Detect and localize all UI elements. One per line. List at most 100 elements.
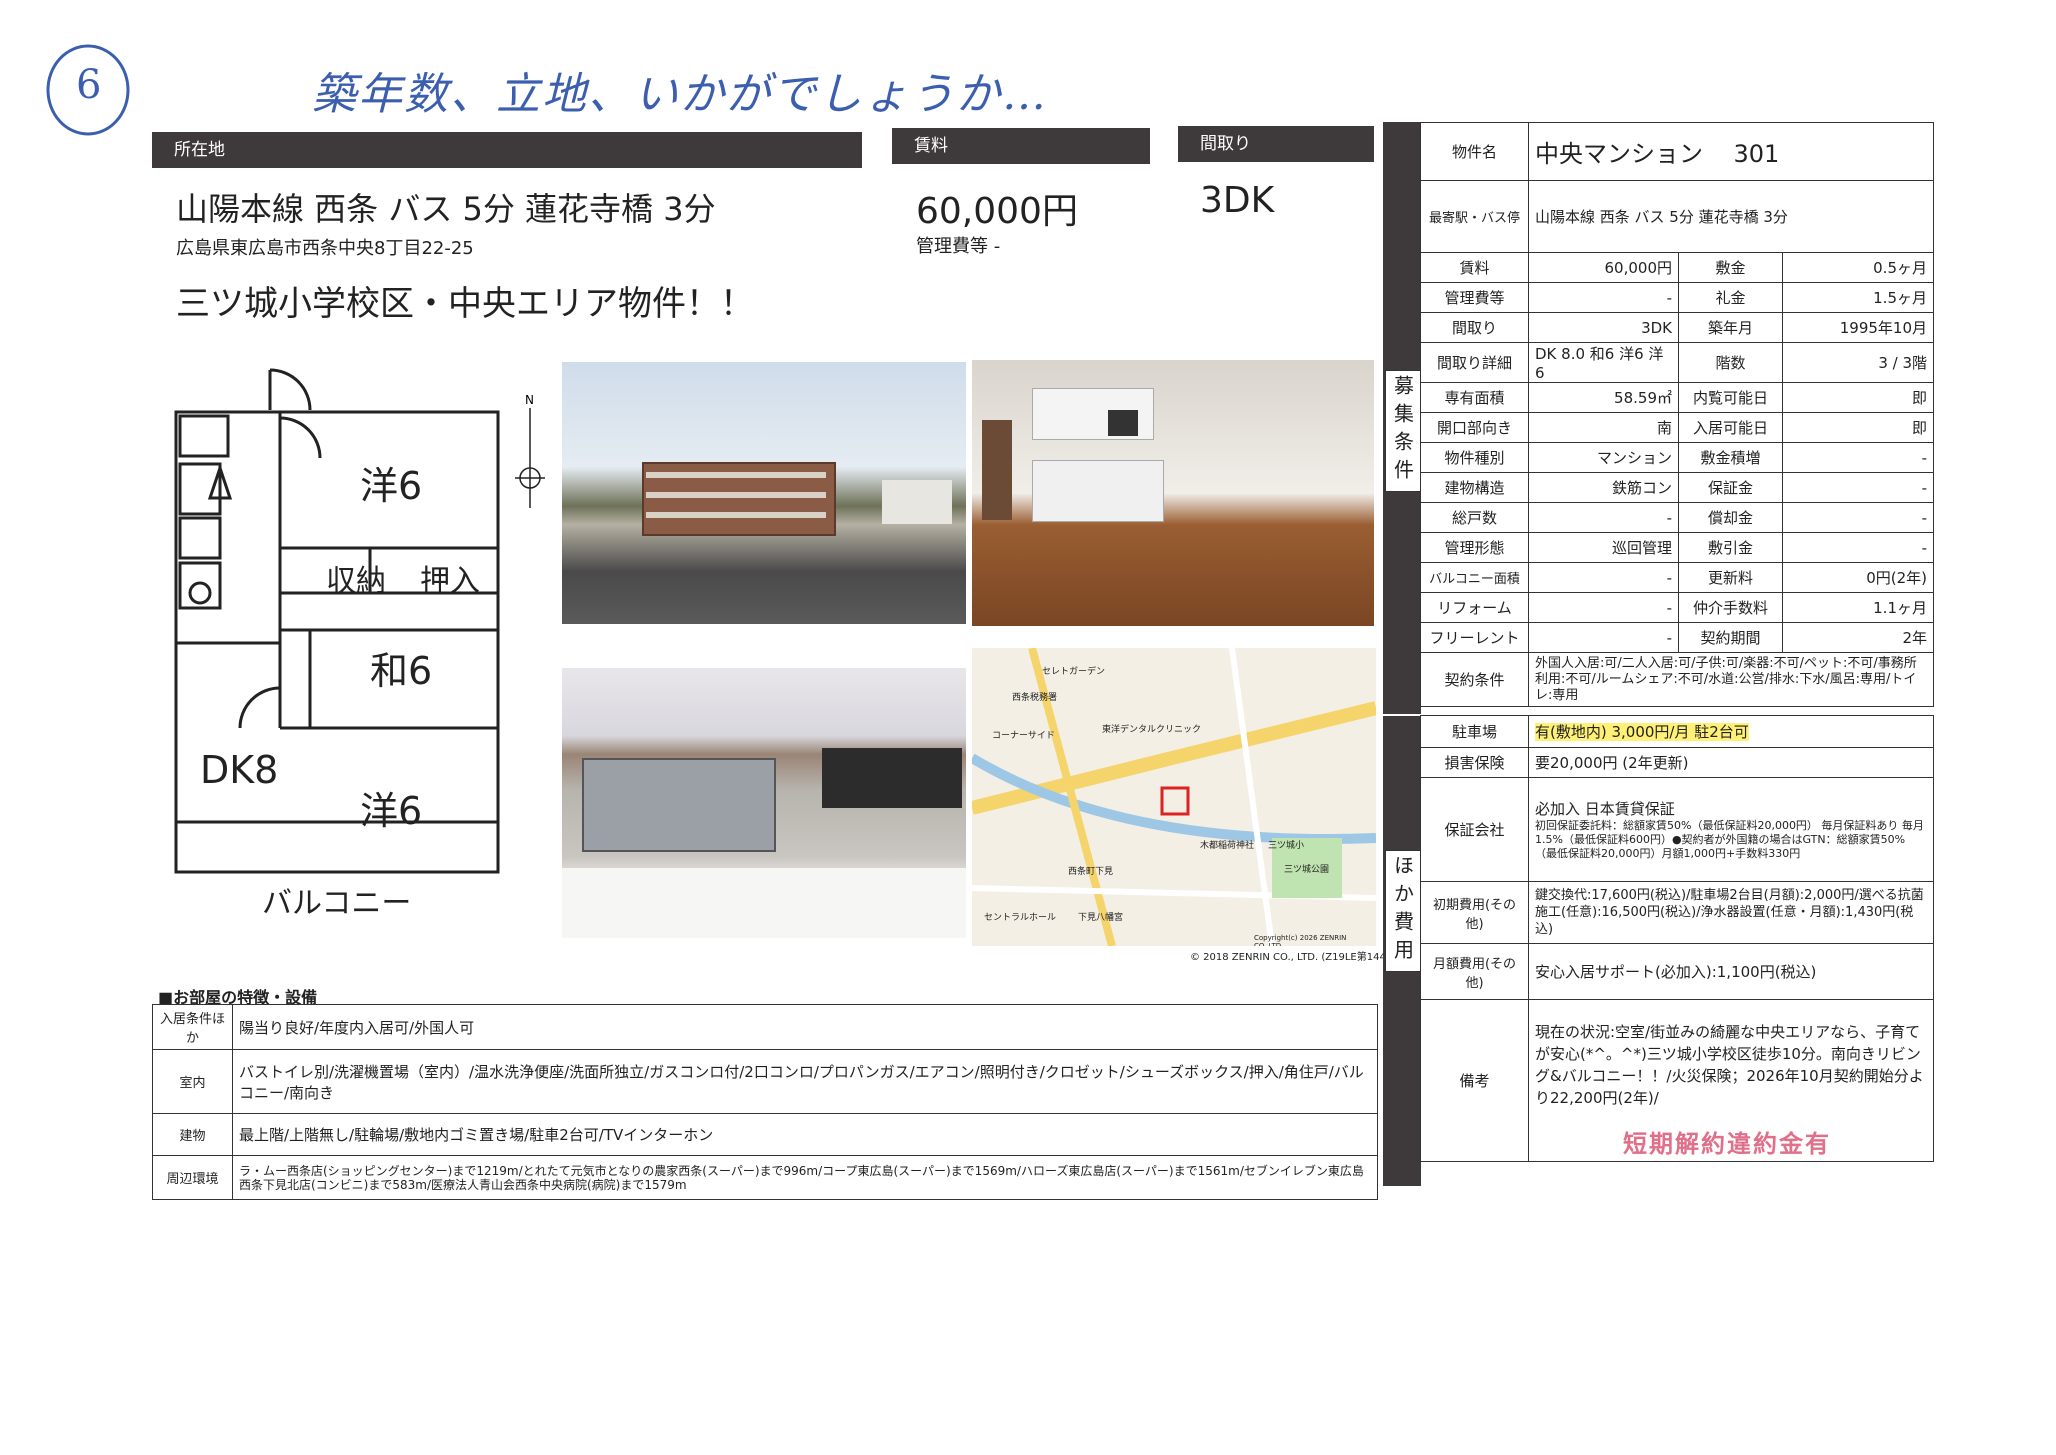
map-copyright-small: Copyright(c) 2026 ZENRIN CO.,LTD. [1254, 934, 1347, 946]
initial-cost-label: 初期費用(その他) [1420, 881, 1529, 944]
spec-label: 開口部向き [1420, 412, 1529, 443]
guarantor-title: 必加入 日本賃貸保証 [1535, 800, 1675, 818]
spec-value: マンション [1528, 442, 1679, 473]
spec-label: 間取り [1420, 312, 1529, 343]
spec-value: 即 [1782, 382, 1934, 413]
map-label: セントラルホール [984, 913, 1057, 923]
map-label: 西条税務署 [1012, 693, 1058, 703]
monthly-cost-label: 月額費用(その他) [1420, 943, 1529, 1000]
storage-label: 収納 [326, 564, 386, 599]
rent-header: 賃料 [892, 128, 1150, 164]
parking-value: 有(敷地内) 3,000円/月 駐2台可 [1535, 723, 1749, 741]
spec-value: 1.5ヶ月 [1782, 282, 1934, 313]
penalty-stamp: 短期解約違約金有 [1623, 1130, 1831, 1158]
contract-label: 契約条件 [1420, 652, 1529, 707]
spec-value: 3DK [1528, 312, 1679, 343]
feature-value: 最上階/上階無し/駐輪場/敷地内ゴミ置き場/駐車2台可/TVインターホン [232, 1113, 1378, 1156]
spec-value: 即 [1782, 412, 1934, 443]
station-label: 最寄駅・バス停 [1420, 180, 1529, 253]
area-map: セレトガーデン 西条税務署 コーナーサイド 東洋デンタルクリニック 三ツ城小 三… [972, 648, 1376, 946]
room-japanese: 和6 [370, 649, 433, 693]
map-label: 下見八幡宮 [1078, 913, 1124, 923]
note-number: 6 [76, 62, 102, 108]
fees-side-label: ほか費用 [1390, 855, 1415, 967]
feature-label: 室内 [152, 1049, 233, 1114]
conditions-side-label: 募集条件 [1390, 375, 1415, 487]
spec-label: 敷金 [1678, 252, 1783, 283]
spec-value: - [1528, 622, 1679, 653]
spec-value: - [1782, 442, 1934, 473]
spec-label: 内覧可能日 [1678, 382, 1783, 413]
kitchen-photo [562, 668, 966, 938]
map-label: 三ツ城小 [1268, 841, 1305, 851]
building-exterior-photo [562, 362, 966, 624]
spec-label: 管理費等 [1420, 282, 1529, 313]
spec-label: フリーレント [1420, 622, 1529, 653]
insurance-label: 損害保険 [1420, 747, 1529, 778]
spec-table: 物件名 中央マンション 301 最寄駅・バス停 山陽本線 西条 バス 5分 蓮花… [1420, 122, 1934, 707]
layout-header: 間取り [1178, 126, 1374, 162]
handwritten-comment: 築年数、立地、いかがでしょうか… [312, 69, 1048, 120]
station-value: 山陽本線 西条 バス 5分 蓮花寺橋 3分 [1528, 180, 1934, 253]
initial-cost-value: 鍵交換代:17,600円(税込)/駐車場2台目(月額):2,000円/選べる抗菌… [1528, 881, 1934, 944]
map-label: コーナーサイド [992, 731, 1055, 741]
monthly-cost-value: 安心入居サポート(必加入):1,100円(税込) [1528, 943, 1934, 1000]
map-label: 東洋デンタルクリニック [1102, 725, 1202, 735]
spec-label: 建物構造 [1420, 472, 1529, 503]
closet-label: 押入 [420, 564, 480, 599]
insurance-value: 要20,000円 (2年更新) [1528, 747, 1934, 778]
spec-label: リフォーム [1420, 592, 1529, 623]
svg-text:N: N [525, 393, 534, 407]
feature-value: バストイレ別/洗濯機置場（室内）/温水洗浄便座/洗面所独立/ガスコンロ付/2口コ… [232, 1049, 1378, 1114]
layout-value: 3DK [1200, 180, 1275, 221]
guarantor-detail: 初回保証委託料：総額家賃50%（最低保証料20,000円） 毎月保証料あり 毎月… [1535, 819, 1924, 860]
feature-label: 周辺環境 [152, 1155, 233, 1200]
spec-value: 3 / 3階 [1782, 342, 1934, 383]
floor-plan: N [174, 368, 545, 874]
living-room-photo [972, 360, 1374, 626]
spec-value: 0.5ヶ月 [1782, 252, 1934, 283]
spec-value: 0円(2年) [1782, 562, 1934, 593]
spec-value: 鉄筋コン [1528, 472, 1679, 503]
contract-value: 外国人入居:可/二人入居:可/子供:可/楽器:不可/ペット:不可/事務所利用:不… [1528, 652, 1934, 707]
room-dk: DK8 [200, 748, 279, 792]
property-name: 中央マンション [1535, 140, 1703, 168]
address-text: 広島県東広島市西条中央8丁目22-25 [176, 238, 474, 259]
map-label: 西条町下見 [1068, 867, 1114, 877]
spec-value: 58.59㎡ [1528, 382, 1679, 413]
spec-value: - [1528, 592, 1679, 623]
balcony-label: バルコニー [262, 886, 412, 921]
room-western-2: 洋6 [360, 789, 423, 833]
location-header: 所在地 [152, 132, 862, 168]
map-label: 三ツ城公園 [1284, 865, 1330, 875]
room-number: 301 [1733, 140, 1780, 168]
remarks-label: 備考 [1420, 999, 1529, 1162]
spec-label: 償却金 [1678, 502, 1783, 533]
spec-label: 管理形態 [1420, 532, 1529, 563]
management-fee: 管理費等 - [916, 236, 1001, 257]
spec-value: DK 8.0 和6 洋6 洋6 [1528, 342, 1679, 383]
feature-label: 建物 [152, 1113, 233, 1156]
spec-value: 南 [1528, 412, 1679, 443]
spec-label: 更新料 [1678, 562, 1783, 593]
spec-value: 巡回管理 [1528, 532, 1679, 563]
room-western-1: 洋6 [360, 464, 423, 508]
spec-label: 賃料 [1420, 252, 1529, 283]
spec-label: 総戸数 [1420, 502, 1529, 533]
access-text: 山陽本線 西条 バス 5分 蓮花寺橋 3分 [176, 190, 716, 228]
spec-value: 1995年10月 [1782, 312, 1934, 343]
catch-copy: 三ツ城小学校区・中央エリア物件！！ [176, 284, 754, 324]
spec-label: 築年月 [1678, 312, 1783, 343]
spec-label: バルコニー面積 [1420, 562, 1529, 593]
spec-label: 礼金 [1678, 282, 1783, 313]
feature-value: 陽当り良好/年度内入居可/外国人可 [232, 1004, 1378, 1050]
spec-value: - [1528, 282, 1679, 313]
rent-value: 60,000円 [916, 191, 1078, 232]
spec-label: 契約期間 [1678, 622, 1783, 653]
map-label: セレトガーデン [1042, 667, 1106, 677]
remarks-value: 現在の状況:空室/街並みの綺麗な中央エリアなら、子育てが安心(*^。^*)三ツ城… [1535, 1022, 1924, 1107]
spec-label: 敷引金 [1678, 532, 1783, 563]
spec-label: 仲介手数料 [1678, 592, 1783, 623]
spec-value: - [1528, 502, 1679, 533]
map-label: 木都稲荷神社 [1200, 841, 1255, 851]
